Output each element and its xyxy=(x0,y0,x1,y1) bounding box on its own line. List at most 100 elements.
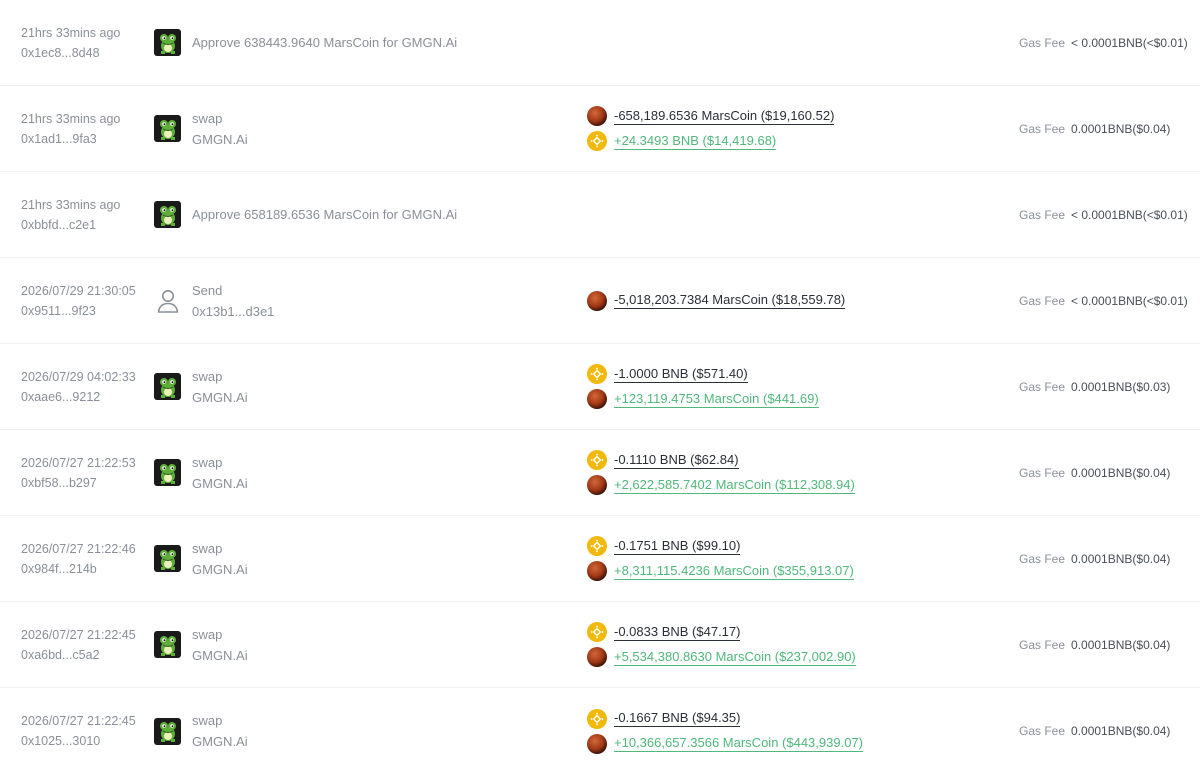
action-subtitle[interactable]: 0x13b1...d3e1 xyxy=(192,304,274,319)
marscoin-token-icon xyxy=(587,290,607,311)
transaction-time: 2026/07/27 21:22:53 xyxy=(21,455,136,470)
transaction-time: 2026/07/29 04:02:33 xyxy=(21,369,136,384)
action-subtitle[interactable]: GMGN.Ai xyxy=(192,734,248,749)
action-subtitle[interactable]: GMGN.Ai xyxy=(192,132,248,147)
transaction-list: 21hrs 33mins ago 0x1ec8...8d48 Approve 6… xyxy=(0,0,1200,774)
frog-avatar-icon xyxy=(154,717,181,745)
action-column: swap GMGN.Ai xyxy=(154,430,248,515)
gas-fee-value: 0.0001BNB($0.04) xyxy=(1071,637,1171,652)
frog-avatar-icon xyxy=(154,459,181,486)
transaction-time: 2026/07/27 21:22:45 xyxy=(21,627,136,642)
bnb-token-icon xyxy=(587,708,607,729)
transaction-row: 21hrs 33mins ago 0xbbfd...c2e1 Approve 6… xyxy=(0,172,1200,258)
frog-avatar-icon xyxy=(154,115,181,142)
transaction-hash[interactable]: 0xa6bd...c5a2 xyxy=(21,648,136,662)
amounts-column: -0.1667 BNB ($94.35) +10,366,657.3566 Mar… xyxy=(587,688,863,774)
bnb-token-icon xyxy=(587,536,607,556)
action-column: swap GMGN.Ai xyxy=(154,516,248,601)
gas-fee: Gas Fee 0.0001BNB($0.04) xyxy=(1019,602,1170,687)
amount-value[interactable]: -1.0000 BNB ($571.40) xyxy=(614,366,748,383)
action-title: swap xyxy=(192,368,223,384)
action-subtitle[interactable]: GMGN.Ai xyxy=(192,562,248,577)
amount-value[interactable]: -0.1110 BNB ($62.84) xyxy=(614,452,739,469)
marscoin-token-icon xyxy=(587,733,607,754)
transaction-hash[interactable]: 0x1ad1...9fa3 xyxy=(21,132,120,146)
amount-line: +123,119.4753 MarsCoin ($441.69) xyxy=(587,389,819,409)
amount-line: -0.1667 BNB ($94.35) xyxy=(587,708,863,729)
amount-line: -1.0000 BNB ($571.40) xyxy=(587,364,819,384)
action-column: Send 0x13b1...d3e1 xyxy=(154,258,274,343)
amount-value[interactable]: -658,189.6536 MarsCoin ($19,160.52) xyxy=(614,108,835,125)
gas-fee: Gas Fee 0.0001BNB($0.04) xyxy=(1019,86,1170,171)
transaction-hash[interactable]: 0x9511...9f23 xyxy=(21,304,136,318)
time-column: 2026/07/27 21:22:53 0xbf58...b297 xyxy=(21,430,136,515)
action-subtitle[interactable]: GMGN.Ai xyxy=(192,648,248,663)
gas-fee: Gas Fee 0.0001BNB($0.04) xyxy=(1019,430,1170,515)
transaction-time: 2026/07/29 21:30:05 xyxy=(21,283,136,298)
gas-fee: Gas Fee 0.0001BNB($0.04) xyxy=(1019,688,1170,774)
amounts-column: -5,018,203.7384 MarsCoin ($18,559.78) xyxy=(587,258,846,343)
time-column: 2026/07/27 21:22:45 0xa6bd...c5a2 xyxy=(21,602,136,687)
amount-line: +24.3493 BNB ($14,419.68) xyxy=(587,131,834,151)
frog-avatar-icon xyxy=(154,545,181,572)
marscoin-token-icon xyxy=(587,106,607,126)
gas-fee: Gas Fee < 0.0001BNB(<$0.01) xyxy=(1019,258,1188,343)
frog-avatar-icon xyxy=(154,201,181,228)
transaction-row: 2026/07/27 21:22:45 0xa6bd...c5a2 swap G… xyxy=(0,602,1200,688)
amount-value[interactable]: +123,119.4753 MarsCoin ($441.69) xyxy=(614,391,819,408)
amount-line: -0.1110 BNB ($62.84) xyxy=(587,450,855,470)
gas-fee: Gas Fee < 0.0001BNB(<$0.01) xyxy=(1019,0,1188,85)
bnb-token-icon xyxy=(587,364,607,384)
action-column: swap GMGN.Ai xyxy=(154,344,248,429)
time-column: 21hrs 33mins ago 0x1ec8...8d48 xyxy=(21,0,120,85)
gas-fee: Gas Fee 0.0001BNB($0.03) xyxy=(1019,344,1170,429)
amount-line: +2,622,585.7402 MarsCoin ($112,308.94) xyxy=(587,475,855,495)
action-subtitle[interactable]: GMGN.Ai xyxy=(192,476,248,491)
amount-value[interactable]: +10,366,657.3566 MarsCoin ($443,939.07) xyxy=(614,735,863,752)
amount-value[interactable]: -0.1751 BNB ($99.10) xyxy=(614,538,741,555)
transaction-hash[interactable]: 0xbbfd...c2e1 xyxy=(21,218,120,232)
transaction-row: 2026/07/29 21:30:05 0x9511...9f23 Send 0… xyxy=(0,258,1200,344)
transaction-row: 2026/07/29 04:02:33 0xaae6...9212 swap G… xyxy=(0,344,1200,430)
amount-value[interactable]: +8,311,115.4236 MarsCoin ($355,913.07) xyxy=(614,563,854,580)
time-column: 2026/07/27 21:22:45 0x1025...3010 xyxy=(21,688,136,774)
amount-value[interactable]: +2,622,585.7402 MarsCoin ($112,308.94) xyxy=(614,477,855,494)
amount-value[interactable]: +24.3493 BNB ($14,419.68) xyxy=(614,133,777,150)
transaction-time: 2026/07/27 21:22:46 xyxy=(21,541,136,556)
gas-fee: Gas Fee < 0.0001BNB(<$0.01) xyxy=(1019,172,1188,257)
gas-fee-label: Gas Fee xyxy=(1019,551,1066,566)
amount-value[interactable]: +5,534,380.8630 MarsCoin ($237,002.90) xyxy=(614,649,856,666)
amount-value[interactable]: -0.0833 BNB ($47.17) xyxy=(614,624,741,641)
transaction-hash[interactable]: 0xbf58...b297 xyxy=(21,476,136,490)
amounts-column: -1.0000 BNB ($571.40) +123,119.4753 MarsC… xyxy=(587,344,819,429)
action-column: swap GMGN.Ai xyxy=(154,602,248,687)
transaction-time: 21hrs 33mins ago xyxy=(21,197,121,212)
transaction-row: 21hrs 33mins ago 0x1ec8...8d48 Approve 6… xyxy=(0,0,1200,86)
gas-fee-label: Gas Fee xyxy=(1019,35,1066,50)
gas-fee-label: Gas Fee xyxy=(1019,293,1066,308)
time-column: 21hrs 33mins ago 0xbbfd...c2e1 xyxy=(21,172,120,257)
amounts-column: -0.1751 BNB ($99.10) +8,311,115.4236 Mars… xyxy=(587,516,854,601)
amount-line: +8,311,115.4236 MarsCoin ($355,913.07) xyxy=(587,561,854,581)
frog-avatar-icon xyxy=(154,373,181,400)
transaction-hash[interactable]: 0x984f...214b xyxy=(21,562,136,576)
action-column: Approve 658189.6536 MarsCoin for GMGN.Ai xyxy=(154,172,457,257)
transaction-hash[interactable]: 0x1025...3010 xyxy=(21,734,136,748)
frog-avatar-icon xyxy=(154,631,181,658)
gas-fee-value: 0.0001BNB($0.04) xyxy=(1071,465,1171,480)
action-subtitle[interactable]: GMGN.Ai xyxy=(192,390,248,405)
action-title: Send xyxy=(192,282,223,298)
action-title: swap xyxy=(192,713,223,728)
action-title: swap xyxy=(192,540,223,556)
amount-line: -658,189.6536 MarsCoin ($19,160.52) xyxy=(587,106,835,126)
gas-fee-value: < 0.0001BNB(<$0.01) xyxy=(1071,293,1188,308)
action-title: swap xyxy=(192,454,223,470)
amount-value[interactable]: -5,018,203.7384 MarsCoin ($18,559.78) xyxy=(614,292,846,309)
transaction-row: 2026/07/27 21:22:46 0x984f...214b swap G… xyxy=(0,516,1200,602)
transaction-hash[interactable]: 0xaae6...9212 xyxy=(21,390,136,404)
gas-fee-label: Gas Fee xyxy=(1019,121,1066,136)
transaction-hash[interactable]: 0x1ec8...8d48 xyxy=(21,46,120,60)
frog-avatar-icon xyxy=(154,29,181,56)
amount-value[interactable]: -0.1667 BNB ($94.35) xyxy=(614,710,741,727)
marscoin-token-icon xyxy=(587,475,607,495)
